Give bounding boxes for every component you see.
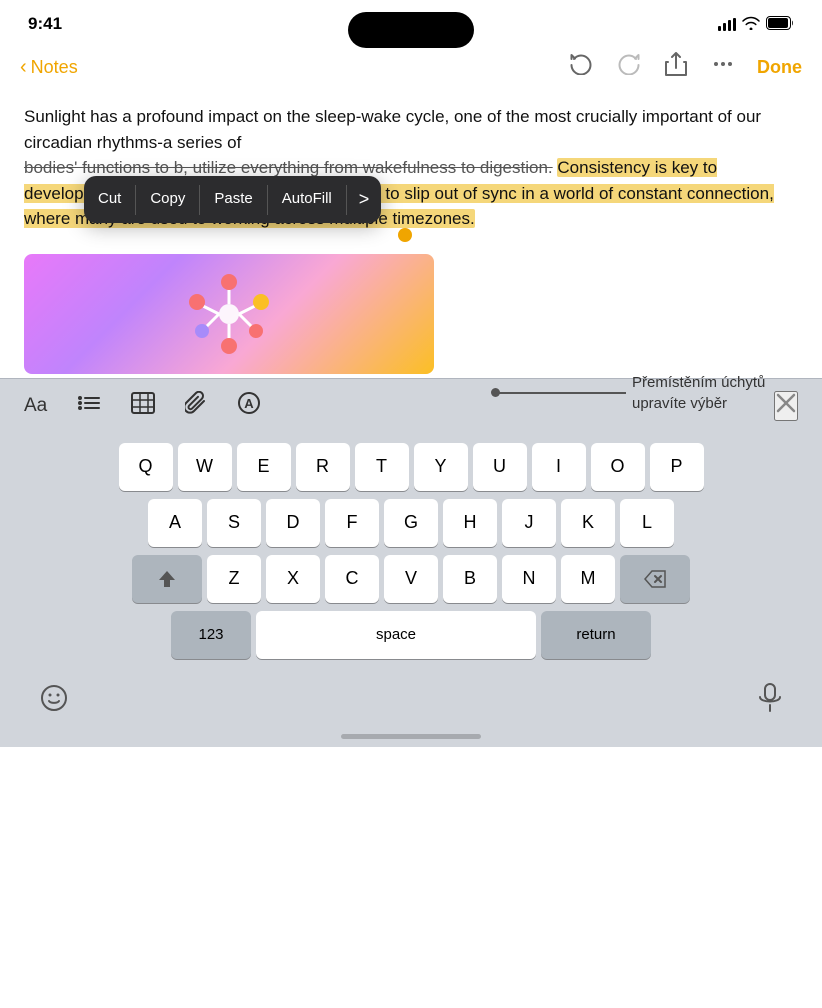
microphone-button[interactable] bbox=[758, 683, 782, 720]
keyboard: Q W E R T Y U I O P A S D F G H J K L Z … bbox=[0, 433, 822, 673]
home-indicator-bar bbox=[0, 734, 822, 747]
bottom-bar bbox=[0, 673, 822, 734]
note-text-striked: bodies' functions to b, utilize everythi… bbox=[24, 158, 553, 177]
wifi-icon bbox=[742, 16, 760, 33]
key-e[interactable]: E bbox=[237, 443, 291, 491]
list-format-button[interactable] bbox=[77, 393, 101, 419]
nav-bar: ‹ Notes bbox=[0, 42, 822, 92]
delete-button[interactable] bbox=[620, 555, 690, 603]
note-text[interactable]: Sunlight has a profound impact on the sl… bbox=[24, 104, 798, 232]
key-t[interactable]: T bbox=[355, 443, 409, 491]
nav-actions: Done bbox=[567, 50, 802, 84]
markup-button[interactable]: A bbox=[237, 391, 261, 421]
key-y[interactable]: Y bbox=[414, 443, 468, 491]
key-d[interactable]: D bbox=[266, 499, 320, 547]
key-s[interactable]: S bbox=[207, 499, 261, 547]
note-wrapper: Sunlight has a profound impact on the sl… bbox=[0, 92, 822, 374]
svg-text:A: A bbox=[245, 396, 255, 411]
key-o[interactable]: O bbox=[591, 443, 645, 491]
annotation-text: Přemístěním úchytů upravíte výběr bbox=[632, 372, 812, 414]
back-arrow-icon: ‹ bbox=[20, 56, 27, 79]
done-button[interactable]: Done bbox=[757, 57, 802, 78]
more-menu-button[interactable]: > bbox=[347, 176, 382, 223]
cut-button[interactable]: Cut bbox=[84, 178, 135, 221]
paste-button[interactable]: Paste bbox=[200, 178, 266, 221]
redo-button[interactable] bbox=[615, 51, 643, 83]
battery-icon bbox=[766, 16, 794, 33]
keyboard-row-3: Z X C V B N M bbox=[6, 555, 816, 603]
home-indicator bbox=[341, 734, 481, 739]
attachment-button[interactable] bbox=[185, 391, 207, 421]
share-button[interactable] bbox=[663, 50, 689, 84]
key-g[interactable]: G bbox=[384, 499, 438, 547]
note-image bbox=[24, 254, 434, 374]
signal-icon bbox=[718, 18, 736, 31]
key-x[interactable]: X bbox=[266, 555, 320, 603]
key-p[interactable]: P bbox=[650, 443, 704, 491]
note-content[interactable]: Sunlight has a profound impact on the sl… bbox=[0, 92, 822, 374]
key-w[interactable]: W bbox=[178, 443, 232, 491]
autofill-button[interactable]: AutoFill bbox=[268, 178, 346, 221]
keyboard-row-4: 123 space return bbox=[6, 611, 816, 659]
emoji-button[interactable] bbox=[40, 684, 68, 719]
more-button[interactable] bbox=[709, 50, 737, 84]
space-button[interactable]: space bbox=[256, 611, 536, 659]
key-h[interactable]: H bbox=[443, 499, 497, 547]
status-time: 9:41 bbox=[28, 14, 62, 34]
key-v[interactable]: V bbox=[384, 555, 438, 603]
key-b[interactable]: B bbox=[443, 555, 497, 603]
key-m[interactable]: M bbox=[561, 555, 615, 603]
key-f[interactable]: F bbox=[325, 499, 379, 547]
key-u[interactable]: U bbox=[473, 443, 527, 491]
key-q[interactable]: Q bbox=[119, 443, 173, 491]
keyboard-row-2: A S D F G H J K L bbox=[6, 499, 816, 547]
key-j[interactable]: J bbox=[502, 499, 556, 547]
numbers-button[interactable]: 123 bbox=[171, 611, 251, 659]
shift-button[interactable] bbox=[132, 555, 202, 603]
key-c[interactable]: C bbox=[325, 555, 379, 603]
molecule-graphic bbox=[169, 264, 289, 364]
back-label: Notes bbox=[31, 57, 78, 78]
table-button[interactable] bbox=[131, 392, 155, 420]
key-r[interactable]: R bbox=[296, 443, 350, 491]
dynamic-island bbox=[348, 12, 474, 48]
key-n[interactable]: N bbox=[502, 555, 556, 603]
copy-button[interactable]: Copy bbox=[136, 178, 199, 221]
annotation: Přemístěním úchytů upravíte výběr bbox=[495, 372, 812, 414]
key-i[interactable]: I bbox=[532, 443, 586, 491]
key-a[interactable]: A bbox=[148, 499, 202, 547]
key-l[interactable]: L bbox=[620, 499, 674, 547]
return-button[interactable]: return bbox=[541, 611, 651, 659]
selection-handle bbox=[398, 228, 412, 242]
status-icons bbox=[718, 16, 794, 33]
key-z[interactable]: Z bbox=[207, 555, 261, 603]
context-menu: Cut Copy Paste AutoFill > bbox=[84, 176, 381, 223]
keyboard-row-1: Q W E R T Y U I O P bbox=[6, 443, 816, 491]
key-k[interactable]: K bbox=[561, 499, 615, 547]
undo-button[interactable] bbox=[567, 51, 595, 83]
text-format-button[interactable]: Aa bbox=[24, 395, 47, 417]
back-button[interactable]: ‹ Notes bbox=[20, 56, 78, 79]
note-text-before: Sunlight has a profound impact on the sl… bbox=[24, 107, 761, 152]
